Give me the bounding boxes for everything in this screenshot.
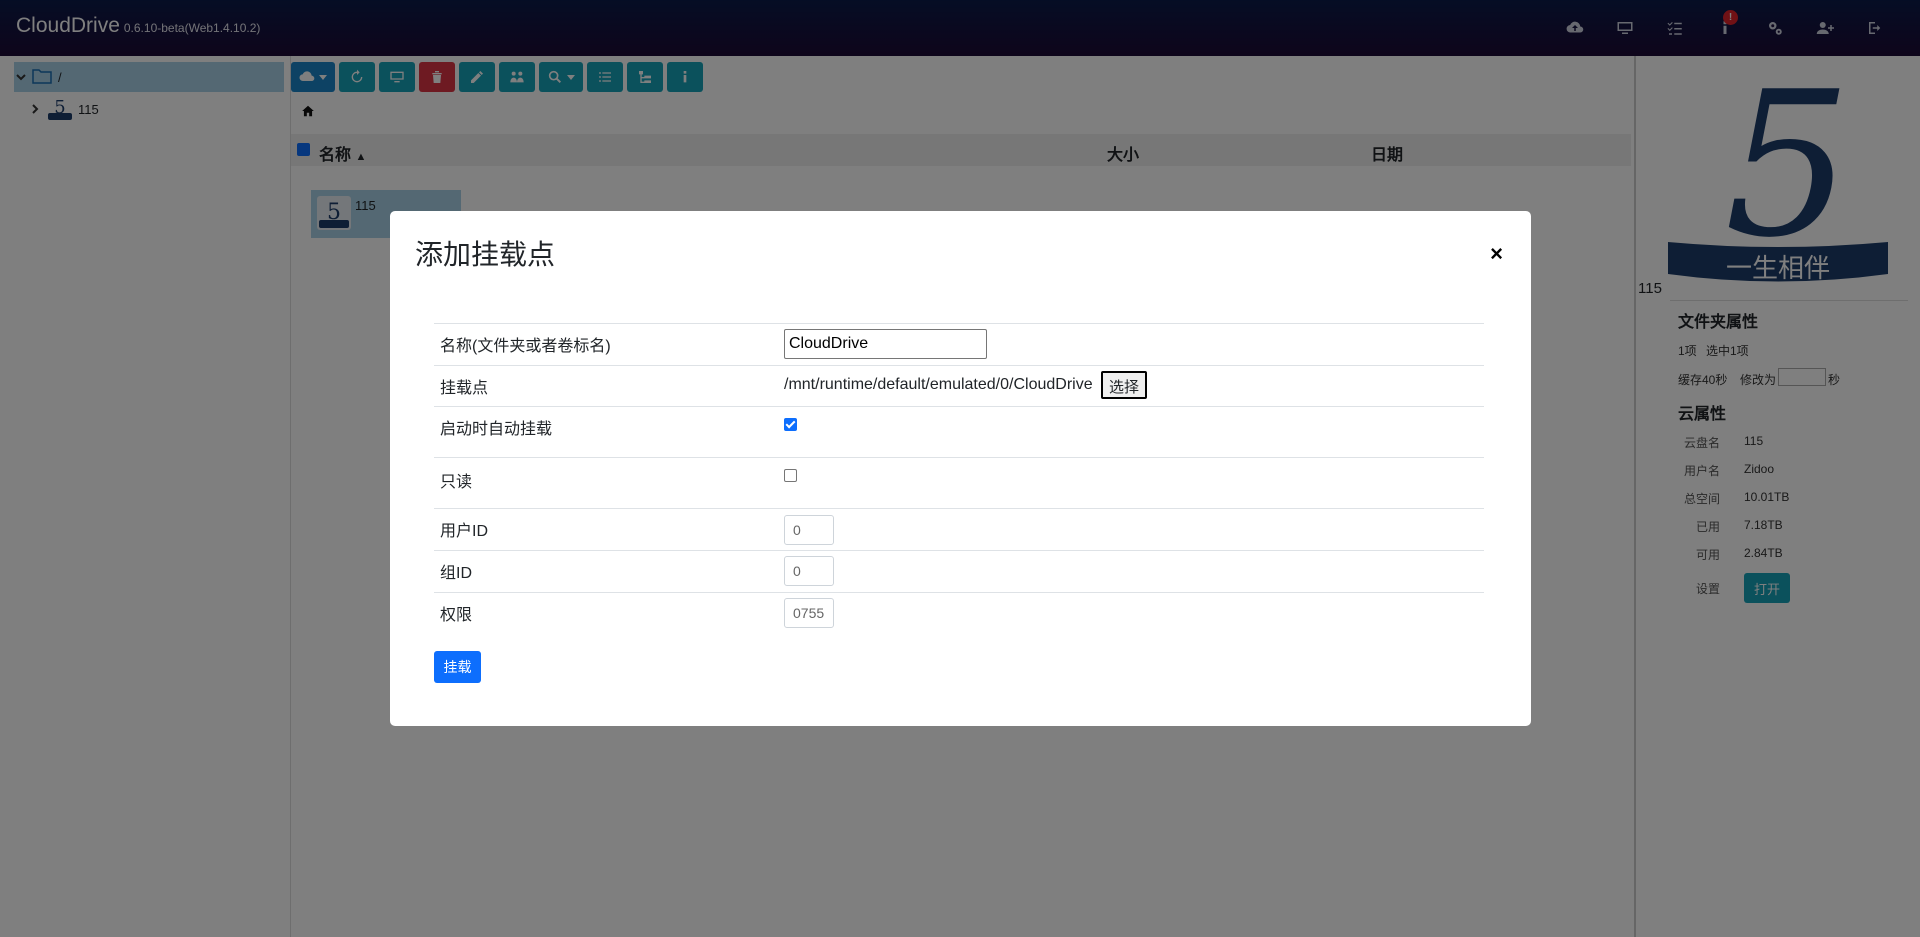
mount-submit-button[interactable]: 挂载 (434, 651, 481, 683)
form-row-mountpoint: 挂载点 /mnt/runtime/default/emulated/0/Clou… (434, 365, 1484, 406)
gid-input[interactable] (784, 556, 834, 586)
uid-input[interactable] (784, 515, 834, 545)
form-row-uid: 用户ID (434, 508, 1484, 550)
select-path-button[interactable]: 选择 (1101, 371, 1148, 399)
mountpoint-path: /mnt/runtime/default/emulated/0/CloudDri… (784, 376, 1093, 394)
form-row-gid: 组ID (434, 550, 1484, 592)
automount-label: 启动时自动挂载 (440, 421, 553, 438)
add-mount-dialog: 添加挂载点 × 名称(文件夹或者卷标名) 挂载点 /mnt/runtime/de… (390, 211, 1531, 726)
close-icon[interactable]: × (1490, 241, 1503, 267)
readonly-checkbox[interactable] (784, 469, 797, 482)
mountpoint-label: 挂载点 (440, 380, 489, 397)
uid-label: 用户ID (440, 523, 489, 540)
permission-label: 权限 (440, 607, 473, 624)
automount-checkbox[interactable] (784, 418, 797, 431)
gid-label: 组ID (440, 565, 473, 582)
permission-input[interactable] (784, 598, 834, 628)
readonly-label: 只读 (440, 474, 473, 491)
dialog-title: 添加挂载点 (415, 239, 556, 270)
form-row-readonly: 只读 (434, 457, 1484, 508)
form-row-name: 名称(文件夹或者卷标名) (434, 323, 1484, 365)
name-label: 名称(文件夹或者卷标名) (440, 338, 611, 355)
mount-name-input[interactable] (784, 329, 987, 359)
form-row-permission: 权限 (434, 592, 1484, 634)
form-row-automount: 启动时自动挂载 (434, 406, 1484, 457)
